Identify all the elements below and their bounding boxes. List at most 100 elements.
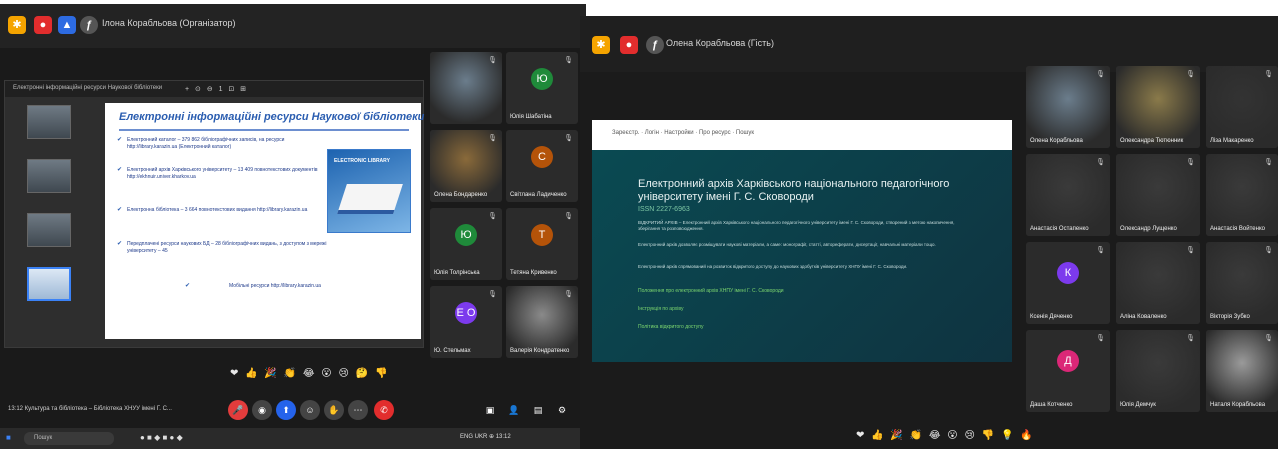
- participant-tile[interactable]: 🎙 Юлія Демчук: [1116, 330, 1200, 412]
- mic-muted-icon: 🎙: [488, 213, 497, 220]
- participant-tile[interactable]: 🎙 Анастасія Войтенко: [1206, 154, 1278, 236]
- participants-button[interactable]: ☺: [300, 400, 320, 420]
- user-avatar-icon: ƒ: [80, 16, 98, 34]
- slide-thumbnail[interactable]: [27, 213, 71, 247]
- mic-muted-icon: 🎙: [1096, 159, 1105, 166]
- record-icon[interactable]: ●: [34, 16, 52, 34]
- mic-muted-icon: 🎙: [564, 213, 573, 220]
- webpage-link[interactable]: Положення про електронний архів ХНПУ іме…: [638, 288, 784, 294]
- webpage-nav[interactable]: Зареєстр. · Логін · Настройки · Про ресу…: [592, 120, 1012, 150]
- webpage-link[interactable]: Політика відкритого доступу: [638, 324, 703, 330]
- reactions-bar[interactable]: ❤ 👍 🎉 👏 😂 😮 😢 🤔 👎: [230, 368, 389, 379]
- slide-bullet: Електронний архів Харківського університ…: [117, 167, 327, 181]
- taskbar-apps-icon[interactable]: ● ■ ◆ ■ ● ◆: [140, 433, 183, 442]
- leave-button[interactable]: ✆: [374, 400, 394, 420]
- participant-tile[interactable]: С 🎙 Світлана Ладиченко: [506, 130, 578, 202]
- record-icon[interactable]: ●: [620, 36, 638, 54]
- mic-muted-icon: 🎙: [1264, 247, 1273, 254]
- participant-video: [1116, 154, 1200, 236]
- participant-tile[interactable]: 🎙 Вікторія Зубко: [1206, 242, 1278, 324]
- mic-muted-icon: 🎙: [488, 135, 497, 142]
- mic-muted-icon: 🎙: [1096, 247, 1105, 254]
- participant-avatar: Е О: [455, 302, 477, 325]
- participant-name: Анастасія Остапенко: [1030, 226, 1089, 232]
- apps-icon[interactable]: ⚙: [552, 400, 572, 420]
- participant-tile[interactable]: 🎙 Аліна Коваленко: [1116, 242, 1200, 324]
- participant-name: Ю. Стельмах: [434, 348, 471, 354]
- meeting-info: 13:12 Культура та бібліотека – Бібліотек…: [8, 406, 172, 412]
- slide-thumbnail[interactable]: [27, 159, 71, 193]
- meeting-control-bar: 13:12 Культура та бібліотека – Бібліотек…: [0, 396, 586, 426]
- participant-name: Ліза Макаренко: [1210, 138, 1254, 144]
- video-button[interactable]: ◉: [252, 400, 272, 420]
- windows-taskbar: ■ Пошук ● ■ ◆ ■ ● ◆ ENG UKR ⊕ 13:12: [0, 428, 586, 449]
- reactions-bar[interactable]: ❤ 👍 🎉 👏 😂 😮 😢 👎 💡 🔥: [856, 430, 1035, 441]
- participant-avatar: Д: [1057, 350, 1079, 373]
- participant-tile[interactable]: 🎙 Олена Корабльова: [1026, 66, 1110, 148]
- participant-tile[interactable]: 🎙 Ліза Макаренко: [1206, 66, 1278, 148]
- slide-thumbnail-selected[interactable]: [27, 267, 71, 301]
- participant-tile[interactable]: К 🎙 Ксенія Дяченко: [1026, 242, 1110, 324]
- more-button[interactable]: ⋯: [348, 400, 368, 420]
- mic-muted-icon: 🎙: [1264, 71, 1273, 78]
- participant-tile[interactable]: 🎙 Олександра Тютюнник: [1116, 66, 1200, 148]
- windows-start-icon[interactable]: ■: [6, 433, 11, 442]
- webpage-issn: ISSN 2227-6963: [638, 206, 690, 213]
- mic-muted-icon: 🎙: [488, 291, 497, 298]
- taskbar-tray: ENG UKR ⊕ 13:12: [460, 434, 511, 440]
- mic-button[interactable]: 🎤: [228, 400, 248, 420]
- participant-tile[interactable]: Ю 🎙 Юлія Толрінська: [430, 208, 502, 280]
- participant-tile[interactable]: 🎙 Олександр Лущенко: [1116, 154, 1200, 236]
- participant-avatar: Ю: [455, 224, 477, 247]
- participant-tile[interactable]: Е О 🎙 Ю. Стельмах: [430, 286, 502, 358]
- zoom-logo-icon: ✱: [592, 36, 610, 54]
- mic-muted-icon: 🎙: [1096, 335, 1105, 342]
- slide-thumbnail[interactable]: [27, 105, 71, 139]
- slide-bullet: Передплачені ресурси наукових БД – 28 бі…: [117, 241, 327, 255]
- participant-avatar: Т: [531, 224, 553, 247]
- participant-tile[interactable]: Ю 🎙 Юлія Шабатіна: [506, 52, 578, 124]
- current-slide: Електронні інформаційні ресурси Наукової…: [105, 103, 424, 339]
- security-icon[interactable]: ▲: [58, 16, 76, 34]
- electronic-library-image: ELECTRONIC LIBRARY: [327, 149, 411, 233]
- mic-muted-icon: 🎙: [1264, 159, 1273, 166]
- participant-video: [1206, 330, 1278, 412]
- participant-tile[interactable]: 🎙 Наталя Корабльова: [1206, 330, 1278, 412]
- participant-tile[interactable]: 🎙 Анастасія Остапенко: [1026, 154, 1110, 236]
- participant-avatar: Ю: [531, 68, 553, 91]
- participant-tile[interactable]: Д 🎙 Даша Котченко: [1026, 330, 1110, 412]
- people-icon[interactable]: 👤: [504, 400, 524, 420]
- layout-icon[interactable]: ▣: [480, 400, 500, 420]
- participant-video: [1026, 154, 1110, 236]
- participant-tile[interactable]: Т 🎙 Тетяна Кривенко: [506, 208, 578, 280]
- participant-name: Світлана Ладиченко: [510, 192, 567, 198]
- chat-icon[interactable]: ▤: [528, 400, 548, 420]
- participant-tile[interactable]: 🎙 Олена Бондаренко: [430, 130, 502, 202]
- share-button[interactable]: ⬆: [276, 400, 296, 420]
- participant-tile[interactable]: 🎙 Валерія Кондратенко: [506, 286, 578, 358]
- slide-bullet: Електронна бібліотека – 3 664 повнотекст…: [117, 207, 327, 214]
- participant-avatar: К: [1057, 262, 1079, 285]
- raise-hand-button[interactable]: ✋: [324, 400, 344, 420]
- left-window-title: Ілона Корабльова (Організатор): [102, 18, 236, 28]
- webpage-heading: Електронний архів Харківського національ…: [638, 178, 950, 203]
- taskbar-search[interactable]: Пошук: [24, 432, 114, 445]
- participant-video: [1116, 66, 1200, 148]
- mic-muted-icon: 🎙: [1186, 335, 1195, 342]
- participant-tile[interactable]: 🎙: [430, 52, 502, 124]
- share-tools[interactable]: + ⊙ ⊖ 1 ⊡ ⊞: [185, 85, 248, 93]
- mic-muted-icon: 🎙: [1186, 159, 1195, 166]
- webpage-link[interactable]: Інструкція по архіву: [638, 306, 683, 312]
- participant-name: Наталя Корабльова: [1210, 402, 1266, 408]
- left-zoom-window: ✱ ● ▲ ƒ Ілона Корабльова (Організатор) Е…: [0, 4, 586, 449]
- share-doc-title: Електронні інформаційні ресурси Наукової…: [13, 85, 163, 91]
- mic-muted-icon: 🎙: [488, 57, 497, 64]
- shared-webpage: Зареєстр. · Логін · Настройки · Про ресу…: [592, 120, 1012, 362]
- mic-muted-icon: 🎙: [1186, 71, 1195, 78]
- participant-name: Олена Корабльова: [1030, 138, 1083, 144]
- participant-name: Аліна Коваленко: [1120, 314, 1167, 320]
- participant-video: [1206, 242, 1278, 324]
- mic-muted-icon: 🎙: [1264, 335, 1273, 342]
- left-titlebar: ✱ ● ▲ ƒ Ілона Корабльова (Організатор): [0, 4, 586, 48]
- right-titlebar: ✱ ● ƒ Олена Корабльова (Гість): [580, 16, 1278, 72]
